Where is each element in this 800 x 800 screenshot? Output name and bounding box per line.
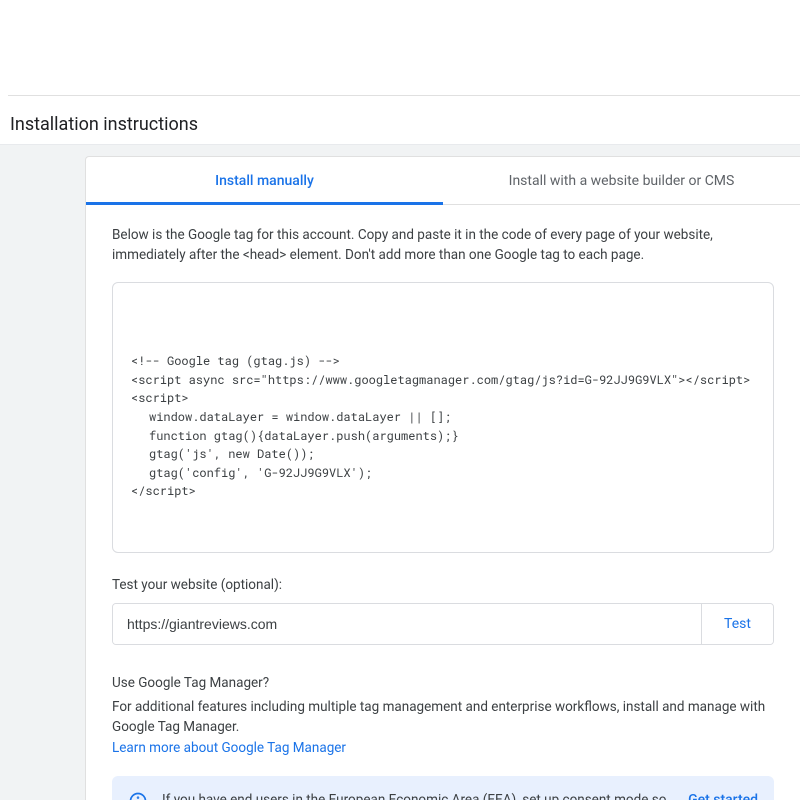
tabs: Install manually Install with a website …: [86, 157, 800, 205]
test-row: Test: [112, 603, 774, 645]
content-card: Install manually Install with a website …: [85, 156, 800, 800]
tab-install-cms[interactable]: Install with a website builder or CMS: [443, 157, 800, 204]
page-title: Installation instructions: [10, 114, 198, 135]
test-label: Test your website (optional):: [112, 577, 774, 593]
intro-text: Below is the Google tag for this account…: [112, 225, 774, 266]
info-icon: [128, 791, 148, 800]
banner-text: If you have end users in the European Ec…: [162, 790, 674, 800]
gtm-body: For additional features including multip…: [112, 697, 774, 758]
banner-action-label: Get started: [688, 792, 758, 800]
tab-install-manually[interactable]: Install manually: [86, 157, 443, 204]
banner-get-started-link[interactable]: Get started: [688, 790, 758, 800]
tab-label: Install with a website builder or CMS: [509, 173, 735, 189]
consent-banner: If you have end users in the European Ec…: [112, 776, 774, 800]
copy-icon[interactable]: [741, 293, 763, 315]
divider: [8, 95, 800, 96]
code-snippet: <!-- Google tag (gtag.js) --> <script as…: [112, 282, 774, 554]
code-text: <!-- Google tag (gtag.js) --> <script as…: [131, 352, 729, 501]
test-button[interactable]: Test: [701, 604, 773, 644]
test-url-input[interactable]: [113, 604, 701, 644]
gtm-learn-more-link[interactable]: Learn more about Google Tag Manager: [112, 740, 346, 756]
gtm-body-text: For additional features including multip…: [112, 699, 765, 735]
tab-label: Install manually: [215, 173, 314, 189]
gtm-heading: Use Google Tag Manager?: [112, 675, 774, 691]
test-button-label: Test: [724, 616, 751, 632]
tab-content: Below is the Google tag for this account…: [86, 205, 800, 800]
